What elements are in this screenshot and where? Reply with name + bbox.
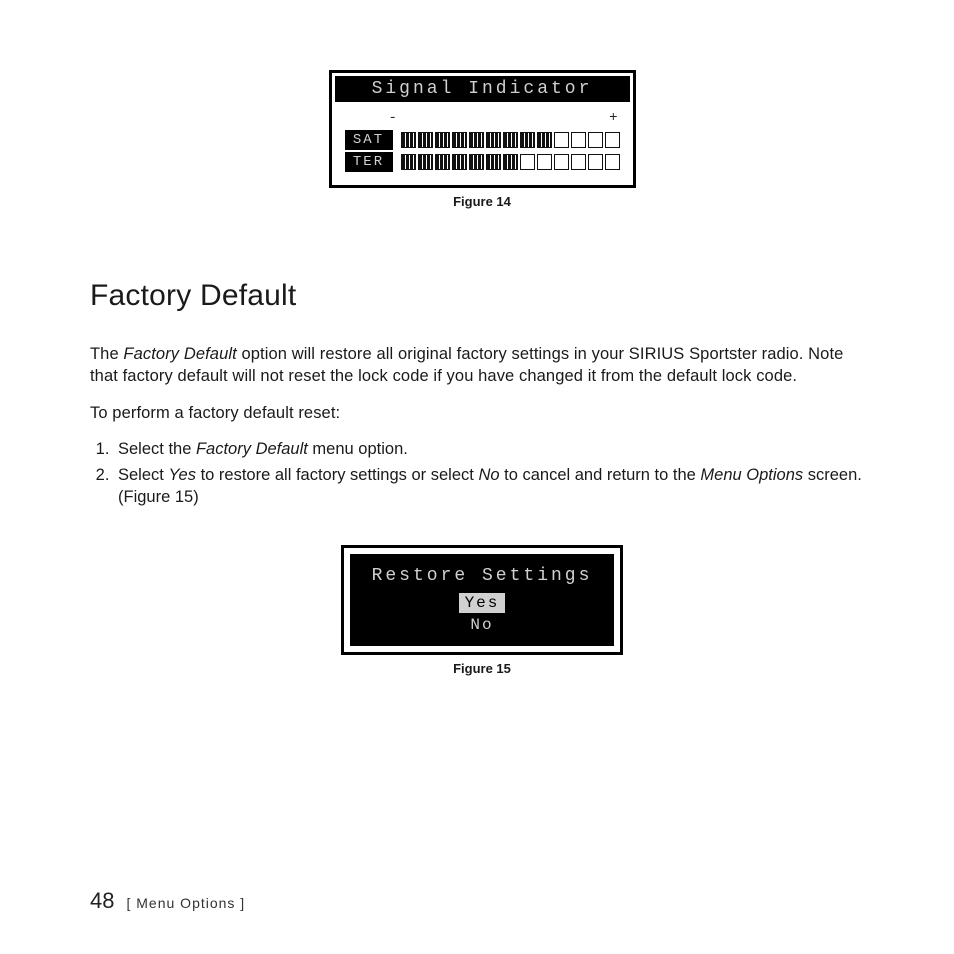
option-yes: Yes [459, 593, 506, 613]
signal-cell [469, 132, 484, 148]
signal-cell [554, 132, 569, 148]
signal-cells [401, 154, 620, 170]
signal-scale: - + [345, 110, 620, 128]
signal-row-ter: TER [345, 152, 620, 172]
signal-cell [503, 132, 518, 148]
signal-cell [401, 132, 416, 148]
figure-14-caption: Figure 14 [90, 194, 874, 209]
lcd2-title: Restore Settings [372, 566, 593, 586]
lcd-title: Signal Indicator [335, 76, 630, 102]
step-2: Select Yes to restore all factory settin… [114, 464, 874, 509]
signal-cell [486, 132, 501, 148]
signal-cell [605, 154, 620, 170]
signal-cell [486, 154, 501, 170]
lcd-screen-restore: Restore Settings Yes No [341, 545, 624, 655]
footer-section: [ Menu Options ] [126, 895, 245, 911]
signal-cell [537, 132, 552, 148]
scale-max: + [609, 110, 617, 126]
signal-cell [469, 154, 484, 170]
signal-cell [520, 132, 535, 148]
signal-cells [401, 132, 620, 148]
signal-row-sat: SAT [345, 130, 620, 150]
lcd-screen-signal: Signal Indicator - + SATTER [329, 70, 636, 188]
signal-cell [503, 154, 518, 170]
signal-label: SAT [345, 130, 393, 150]
paragraph-1: The Factory Default option will restore … [90, 343, 874, 388]
signal-cell [452, 132, 467, 148]
section-heading: Factory Default [90, 279, 874, 313]
page-footer: 48 [ Menu Options ] [90, 888, 245, 914]
signal-label: TER [345, 152, 393, 172]
signal-cell [537, 154, 552, 170]
figure-15-caption: Figure 15 [90, 661, 874, 676]
page-number: 48 [90, 888, 114, 914]
signal-cell [401, 154, 416, 170]
paragraph-2: To perform a factory default reset: [90, 402, 874, 424]
signal-cell [435, 154, 450, 170]
signal-cell [452, 154, 467, 170]
step-1: Select the Factory Default menu option. [114, 438, 874, 460]
signal-cell [588, 154, 603, 170]
signal-cell [554, 154, 569, 170]
signal-cell [605, 132, 620, 148]
steps-list: Select the Factory Default menu option. … [114, 438, 874, 509]
figure-15: Restore Settings Yes No Figure 15 [90, 523, 874, 676]
signal-cell [520, 154, 535, 170]
scale-min: - [389, 110, 397, 126]
signal-cell [418, 154, 433, 170]
figure-14: Signal Indicator - + SATTER Figure 14 [90, 70, 874, 209]
signal-cell [571, 154, 586, 170]
signal-cell [418, 132, 433, 148]
signal-cell [435, 132, 450, 148]
signal-cell [571, 132, 586, 148]
signal-cell [588, 132, 603, 148]
option-no: No [464, 615, 499, 635]
